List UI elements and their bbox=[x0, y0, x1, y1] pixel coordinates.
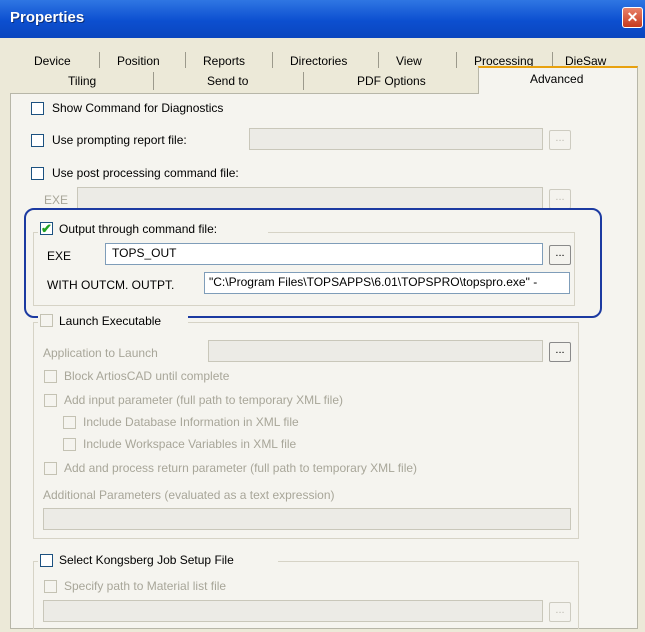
application-field[interactable] bbox=[208, 340, 543, 362]
close-icon[interactable]: ✕ bbox=[622, 7, 643, 28]
kongsberg-label: Select Kongsberg Job Setup File bbox=[59, 553, 234, 567]
include-db-label: Include Database Information in XML file bbox=[83, 415, 299, 429]
post-processing-label: Use post processing command file: bbox=[52, 166, 239, 180]
tab-device[interactable]: Device bbox=[34, 54, 71, 68]
tab-divider bbox=[272, 52, 273, 68]
tab-divider bbox=[99, 52, 100, 68]
tab-divider bbox=[378, 52, 379, 68]
application-label: Application to Launch bbox=[43, 346, 158, 360]
window-title: Properties bbox=[10, 9, 85, 26]
add-return-label: Add and process return parameter (full p… bbox=[64, 461, 418, 475]
tab-position[interactable]: Position bbox=[117, 54, 160, 68]
application-browse-button[interactable]: ... bbox=[549, 342, 571, 362]
launch-executable-label: Launch Executable bbox=[59, 314, 162, 328]
tab-directories[interactable]: Directories bbox=[290, 54, 347, 68]
show-command-label: Show Command for Diagnostics bbox=[52, 101, 224, 115]
material-list-field[interactable] bbox=[43, 600, 543, 622]
material-list-checkbox[interactable] bbox=[44, 580, 57, 593]
show-command-checkbox[interactable] bbox=[31, 102, 44, 115]
tab-send-to[interactable]: Send to bbox=[207, 74, 248, 88]
tab-join bbox=[479, 92, 637, 95]
include-ws-checkbox[interactable] bbox=[63, 438, 76, 451]
prompting-report-browse-button[interactable]: ... bbox=[549, 130, 571, 150]
tab-divider bbox=[153, 72, 154, 90]
tab-divider bbox=[185, 52, 186, 68]
block-artioscad-checkbox[interactable] bbox=[44, 370, 57, 383]
tab-divider bbox=[456, 52, 457, 68]
prompting-report-field[interactable] bbox=[249, 128, 543, 150]
prompting-report-checkbox[interactable] bbox=[31, 134, 44, 147]
material-list-label: Specify path to Material list file bbox=[64, 579, 227, 593]
post-processing-exe-field[interactable] bbox=[77, 187, 543, 209]
material-list-browse-button[interactable]: ... bbox=[549, 602, 571, 622]
tab-view[interactable]: View bbox=[396, 54, 422, 68]
include-db-checkbox[interactable] bbox=[63, 416, 76, 429]
prompting-report-label: Use prompting report file: bbox=[52, 133, 187, 147]
additional-params-field[interactable] bbox=[43, 508, 571, 530]
block-artioscad-label: Block ArtiosCAD until complete bbox=[64, 369, 230, 383]
title-bar bbox=[0, 0, 645, 38]
tab-tiling[interactable]: Tiling bbox=[68, 74, 96, 88]
highlight-outline bbox=[24, 208, 602, 318]
add-input-checkbox[interactable] bbox=[44, 394, 57, 407]
include-ws-label: Include Workspace Variables in XML file bbox=[83, 437, 297, 451]
add-return-checkbox[interactable] bbox=[44, 462, 57, 475]
add-input-label: Add input parameter (full path to tempor… bbox=[64, 393, 344, 407]
post-processing-checkbox[interactable] bbox=[31, 167, 44, 180]
tab-advanced-label: Advanced bbox=[530, 72, 584, 86]
kongsberg-checkbox[interactable] bbox=[40, 554, 53, 567]
post-processing-exe-label: EXE bbox=[44, 193, 69, 207]
tab-reports[interactable]: Reports bbox=[203, 54, 245, 68]
tab-pdf-options[interactable]: PDF Options bbox=[357, 74, 426, 88]
launch-executable-checkbox[interactable] bbox=[40, 314, 53, 327]
post-processing-browse-button[interactable]: ... bbox=[549, 189, 571, 209]
tab-divider bbox=[303, 72, 304, 90]
additional-params-label: Additional Parameters (evaluated as a te… bbox=[43, 488, 335, 502]
